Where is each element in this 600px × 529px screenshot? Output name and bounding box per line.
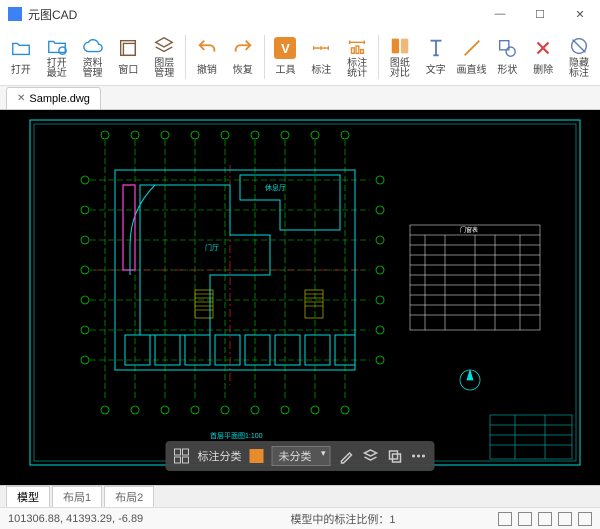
annotation-float-toolbar: 标注分类 未分类 <box>166 441 435 471</box>
status-ratio: 模型中的标注比例：1 <box>188 511 498 527</box>
tools-button[interactable]: V工具 <box>269 30 303 84</box>
status-icon-4[interactable] <box>558 512 572 526</box>
drawing-title: 首层平面图1:100 <box>210 431 263 440</box>
app-title: 元图CAD <box>28 6 480 23</box>
maximize-button[interactable]: ☐ <box>520 0 560 28</box>
ribbon-toolbar: 打开 打开 最近 资料 管理 窗口 图层 管理 撤销 恢复 V工具 标注 标注 … <box>0 28 600 86</box>
redo-button[interactable]: 恢复 <box>226 30 260 84</box>
ruler-chart-icon <box>346 35 368 57</box>
status-icon-1[interactable] <box>498 512 512 526</box>
color-swatch[interactable] <box>250 449 264 463</box>
cad-viewport[interactable]: 休息厅 门厅 首层平面图1:100 门窗表 <box>0 110 600 485</box>
coordinates: 101306.88, 41393.29, -6.89 <box>8 513 188 525</box>
titlebar: 元图CAD — ☐ ✕ <box>0 0 600 28</box>
room-label: 休息厅 <box>265 183 286 192</box>
folder-icon <box>10 37 32 59</box>
line-icon <box>461 37 483 59</box>
annotate-stats-button[interactable]: 标注 统计 <box>340 30 374 84</box>
shape-icon <box>496 37 518 59</box>
status-icon-2[interactable] <box>518 512 532 526</box>
category-label: 标注分类 <box>198 448 242 464</box>
layers-small-icon[interactable] <box>363 448 379 464</box>
open-recent-button[interactable]: 打开 最近 <box>40 30 74 84</box>
status-icons <box>498 512 592 526</box>
edit-icon[interactable] <box>339 448 355 464</box>
text-icon <box>425 37 447 59</box>
layer-mgmt-button[interactable]: 图层 管理 <box>147 30 181 84</box>
minimize-button[interactable]: — <box>480 0 520 28</box>
folder-clock-icon <box>46 35 68 57</box>
category-dropdown[interactable]: 未分类 <box>272 446 331 466</box>
window-icon <box>117 37 139 59</box>
shape-button[interactable]: 形状 <box>490 30 524 84</box>
open-button[interactable]: 打开 <box>4 30 38 84</box>
drawing-compare-button[interactable]: 图纸 对比 <box>383 30 417 84</box>
tab-layout2[interactable]: 布局2 <box>104 486 154 508</box>
copy-icon[interactable] <box>387 448 403 464</box>
text-button[interactable]: 文字 <box>419 30 453 84</box>
close-tab-icon[interactable]: ✕ <box>17 93 25 104</box>
ruler-icon <box>310 37 332 59</box>
tab-model[interactable]: 模型 <box>6 486 50 508</box>
data-mgmt-button[interactable]: 资料 管理 <box>76 30 110 84</box>
redo-icon <box>232 37 254 59</box>
status-icon-5[interactable] <box>578 512 592 526</box>
layers-icon <box>153 35 175 57</box>
compare-icon <box>389 35 411 57</box>
hide-annotation-button[interactable]: 隐藏 标注 <box>562 30 596 84</box>
file-tab-bar: ✕ Sample.dwg <box>0 86 600 110</box>
status-bar: 101306.88, 41393.29, -6.89 模型中的标注比例：1 <box>0 507 600 529</box>
delete-icon <box>532 37 554 59</box>
tab-layout1[interactable]: 布局1 <box>52 486 102 508</box>
window-button[interactable]: 窗口 <box>111 30 145 84</box>
file-tab-label: Sample.dwg <box>29 93 90 105</box>
annotate-button[interactable]: 标注 <box>304 30 338 84</box>
tools-icon: V <box>274 37 296 59</box>
hide-icon <box>568 35 590 57</box>
close-button[interactable]: ✕ <box>560 0 600 28</box>
layout-tab-bar: 模型 布局1 布局2 <box>0 485 600 507</box>
undo-icon <box>196 37 218 59</box>
ellipsis-icon[interactable] <box>411 448 427 464</box>
status-icon-3[interactable] <box>538 512 552 526</box>
grid-icon[interactable] <box>174 448 190 464</box>
file-tab[interactable]: ✕ Sample.dwg <box>6 87 101 109</box>
cloud-icon <box>82 35 104 57</box>
undo-button[interactable]: 撤销 <box>190 30 224 84</box>
draw-line-button[interactable]: 画直线 <box>455 30 489 84</box>
table-title: 门窗表 <box>460 226 478 234</box>
room-label: 门厅 <box>205 243 219 252</box>
app-icon <box>8 7 22 21</box>
delete-button[interactable]: 删除 <box>526 30 560 84</box>
cad-drawing: 休息厅 门厅 首层平面图1:100 门窗表 <box>0 110 600 480</box>
